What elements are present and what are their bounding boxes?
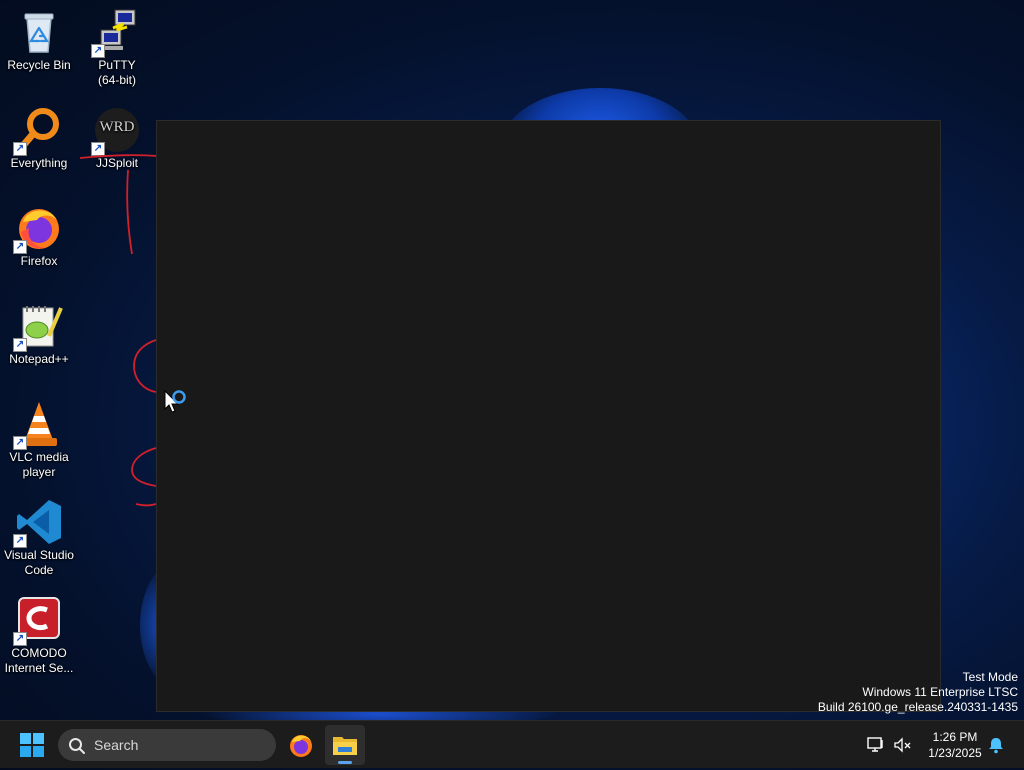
desktop-icon-notepad-plus-plus[interactable]: ↗ Notepad++ <box>0 302 78 367</box>
shortcut-arrow-icon: ↗ <box>13 338 27 352</box>
jjsploit-icon: WRD ↗ <box>91 106 141 156</box>
start-button[interactable] <box>14 730 50 760</box>
firefox-icon: ↗ <box>13 204 63 254</box>
clock-date: 1/23/2025 <box>928 746 982 760</box>
recycle-bin-icon <box>15 8 63 56</box>
volume-muted-icon[interactable] <box>892 735 912 755</box>
desktop-icon-label: VLC media player <box>9 450 69 479</box>
desktop-icon-label: COMODO Internet Se... <box>4 646 74 675</box>
busy-cursor-icon <box>163 389 191 422</box>
watermark-line: Build 26100.ge_release.240331-1435 <box>817 700 1018 714</box>
windows-logo-icon <box>20 733 44 757</box>
shortcut-arrow-icon: ↗ <box>13 240 27 254</box>
vlc-icon: ↗ <box>13 400 63 450</box>
shortcut-arrow-icon: ↗ <box>91 142 105 156</box>
desktop-icon-firefox[interactable]: ↗ Firefox <box>0 204 78 269</box>
desktop-icon-label: Firefox <box>20 254 58 268</box>
taskbar-app-file-explorer[interactable] <box>325 725 365 765</box>
app-window-loading[interactable] <box>156 120 941 712</box>
shortcut-arrow-icon: ↗ <box>13 632 27 646</box>
everything-icon: ↗ <box>13 106 63 156</box>
file-explorer-icon <box>333 737 357 755</box>
desktop-icon-everything[interactable]: ↗ Everything <box>0 106 78 171</box>
test-mode-watermark: Test Mode Windows 11 Enterprise LTSC Bui… <box>818 670 1018 715</box>
jjsploit-badge: WRD <box>99 119 135 135</box>
shortcut-arrow-icon: ↗ <box>91 44 105 58</box>
desktop-icon-label: PuTTY (64-bit) <box>97 58 136 87</box>
search-icon <box>68 737 86 760</box>
desktop-icon-vscode[interactable]: ↗ Visual Studio Code <box>0 498 78 578</box>
watermark-line: Test Mode <box>962 670 1018 684</box>
desktop-icon-label: Recycle Bin <box>7 58 71 72</box>
notepad-plus-plus-icon: ↗ <box>13 302 63 352</box>
active-app-indicator <box>338 761 352 764</box>
shortcut-arrow-icon: ↗ <box>13 534 27 548</box>
taskbar-clock[interactable]: 1:26 PM 1/23/2025 <box>916 729 994 761</box>
desktop-icon-label: Notepad++ <box>9 352 69 366</box>
taskbar-app-firefox[interactable] <box>281 725 321 765</box>
desktop-icon-comodo[interactable]: ↗ COMODO Internet Se... <box>0 596 78 676</box>
search-placeholder: Search <box>94 737 139 753</box>
network-icon[interactable] <box>866 735 886 755</box>
desktop-icon-recycle-bin[interactable]: Recycle Bin <box>0 8 78 73</box>
desktop-icon-jjsploit[interactable]: WRD ↗ JJSploit <box>78 106 156 171</box>
clock-time: 1:26 PM <box>932 730 978 744</box>
watermark-line: Windows 11 Enterprise LTSC <box>862 685 1018 699</box>
comodo-icon: ↗ <box>13 596 63 646</box>
taskbar: Search 1:26 PM 1/23/2025 <box>0 720 1024 768</box>
vscode-icon: ↗ <box>13 498 63 548</box>
putty-icon: ↗ <box>91 8 141 58</box>
desktop-icon-putty[interactable]: ↗ PuTTY (64-bit) <box>78 8 156 88</box>
desktop-icon-vlc[interactable]: ↗ VLC media player <box>0 400 78 480</box>
shortcut-arrow-icon: ↗ <box>13 142 27 156</box>
firefox-icon <box>290 735 312 757</box>
notification-bell-icon[interactable] <box>986 735 1006 755</box>
taskbar-search-box[interactable]: Search <box>58 729 276 761</box>
desktop-icon-label: Everything <box>10 156 68 170</box>
desktop-icon-label: Visual Studio Code <box>4 548 74 577</box>
desktop-icon-label: JJSploit <box>95 156 139 170</box>
shortcut-arrow-icon: ↗ <box>13 436 27 450</box>
